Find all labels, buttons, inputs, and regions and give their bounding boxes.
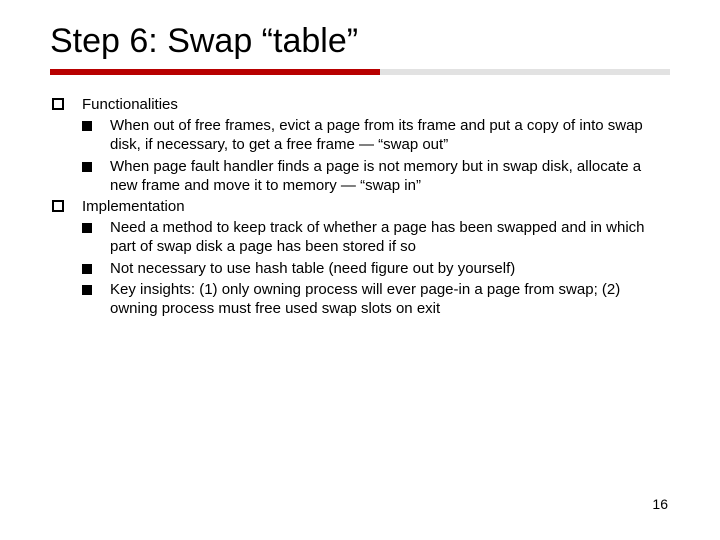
title-underline — [50, 69, 670, 75]
list-item: Not necessary to use hash table (need fi… — [82, 259, 670, 278]
section-heading: Functionalities — [82, 95, 670, 114]
hollow-square-bullet-icon — [52, 200, 64, 212]
slide-content: Functionalities When out of free frames,… — [50, 95, 670, 318]
list-item: Key insights: (1) only owning process wi… — [82, 280, 670, 318]
hollow-square-bullet-icon — [52, 98, 64, 110]
slide-title: Step 6: Swap “table” — [50, 22, 670, 61]
page-number: 16 — [652, 496, 668, 512]
bullet-text: When out of free frames, evict a page fr… — [110, 116, 670, 154]
list-item: When page fault handler finds a page is … — [82, 157, 670, 195]
bullet-text: Key insights: (1) only owning process wi… — [110, 280, 670, 318]
bullet-text: Need a method to keep track of whether a… — [110, 218, 670, 256]
list-item: Implementation — [50, 197, 670, 216]
list-item: Need a method to keep track of whether a… — [82, 218, 670, 256]
bullet-text: Not necessary to use hash table (need fi… — [110, 259, 670, 278]
filled-square-bullet-icon — [82, 121, 92, 131]
section-heading: Implementation — [82, 197, 670, 216]
filled-square-bullet-icon — [82, 223, 92, 233]
bullet-text: When page fault handler finds a page is … — [110, 157, 670, 195]
list-item: Functionalities — [50, 95, 670, 114]
slide: Step 6: Swap “table” Functionalities Whe… — [0, 0, 720, 540]
filled-square-bullet-icon — [82, 264, 92, 274]
list-item: When out of free frames, evict a page fr… — [82, 116, 670, 154]
filled-square-bullet-icon — [82, 162, 92, 172]
filled-square-bullet-icon — [82, 285, 92, 295]
